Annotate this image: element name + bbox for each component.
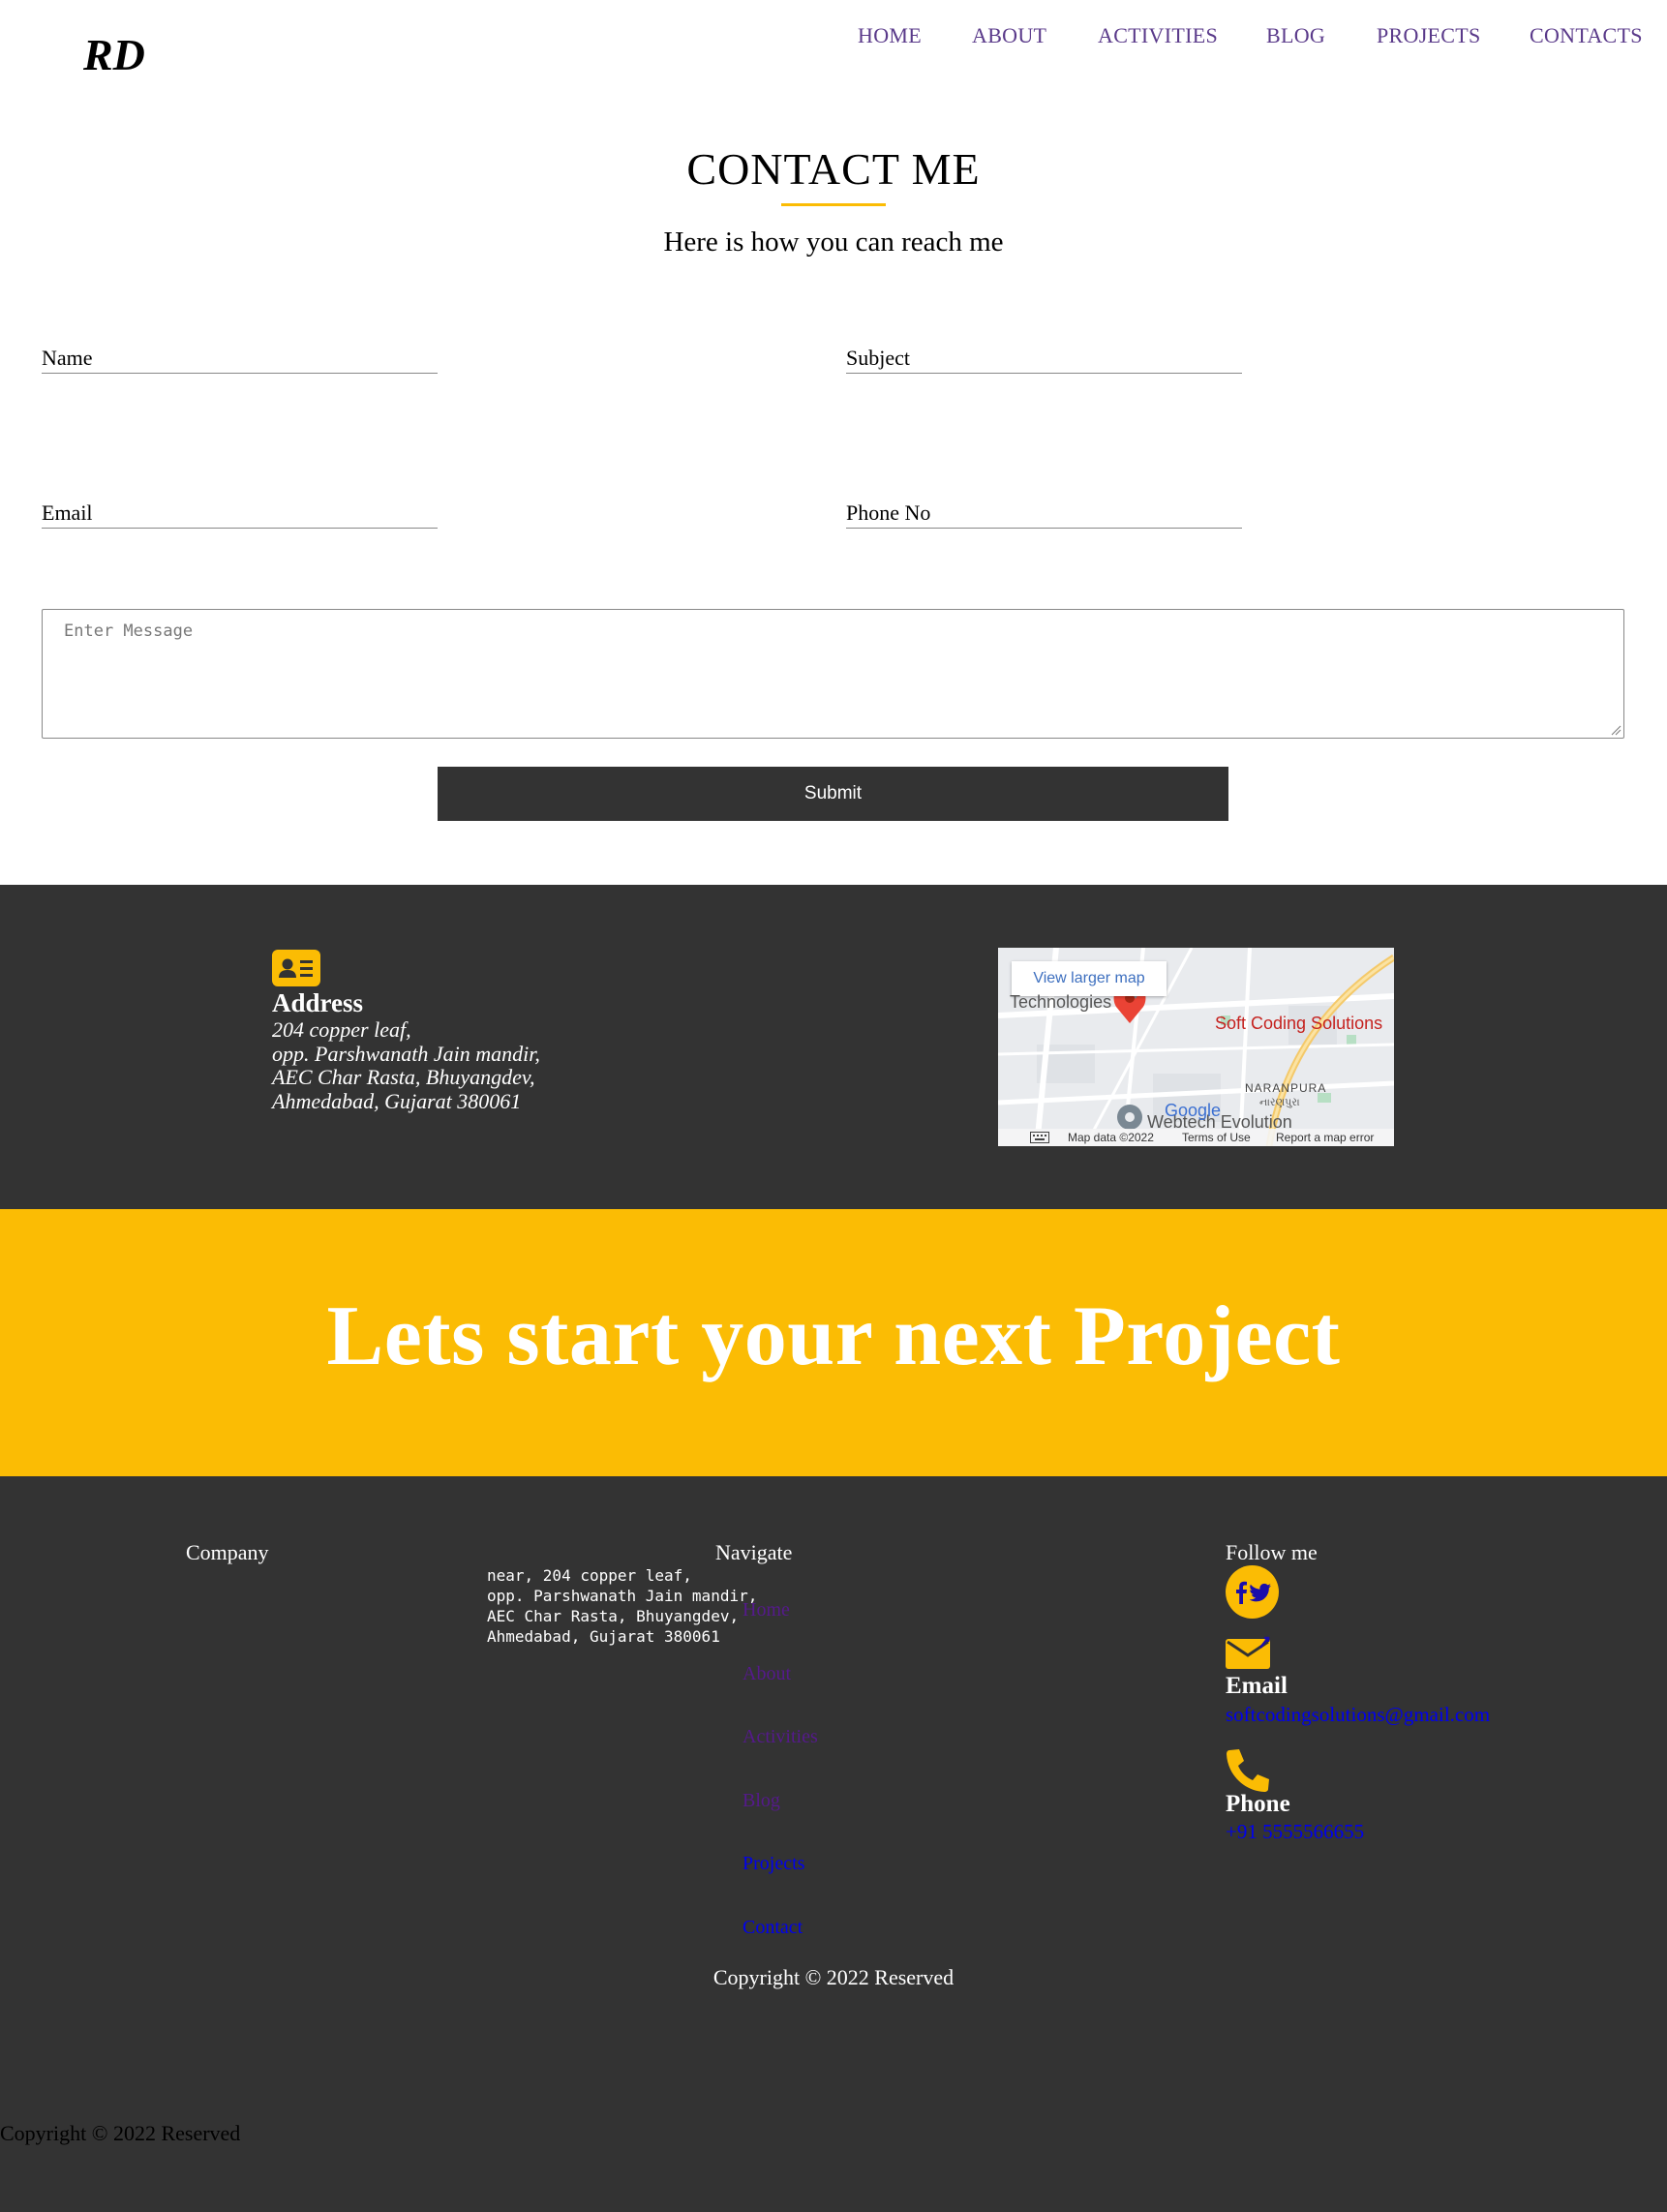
email-field-label: Email [42, 500, 93, 525]
phone-label: Phone [1226, 1791, 1290, 1817]
footer-link-contact[interactable]: Contact [743, 1917, 803, 1939]
name-field[interactable]: Name [42, 346, 438, 374]
footer-link-about[interactable]: About [743, 1663, 791, 1685]
phone-link[interactable]: +91 5555566655 [1226, 1820, 1364, 1844]
map-terms-link[interactable]: Terms of Use [1182, 1131, 1251, 1144]
nav-home[interactable]: HOME [858, 23, 922, 48]
twitter-icon[interactable] [1249, 1583, 1271, 1602]
map-label: Technologies [1010, 992, 1112, 1012]
footer-company-heading: Company [186, 1540, 269, 1564]
site-logo[interactable]: RD [83, 29, 145, 80]
phone-field-label: Phone No [846, 500, 931, 525]
address-line: AEC Char Rasta, Bhuyangdev, [272, 1065, 535, 1089]
map-data-text: Map data ©2022 [1068, 1131, 1154, 1144]
email-icon [1226, 1636, 1270, 1669]
page-subtitle: Here is how you can reach me [663, 227, 1004, 258]
view-larger-map-link[interactable]: View larger map [1012, 961, 1167, 996]
message-textarea[interactable]: Enter Message [42, 609, 1624, 739]
address-text: 204 copper leaf, opp. Parshwanath Jain m… [272, 1017, 540, 1113]
footer-company-address: near, 204 copper leaf, opp. Parshwanath … [487, 1566, 758, 1646]
message-placeholder: Enter Message [64, 621, 194, 641]
email-field[interactable]: Email [42, 500, 438, 529]
nav-activities[interactable]: ACTIVITIES [1098, 23, 1218, 48]
map-footer-bar: Map data ©2022 Terms of Use Report a map… [998, 1129, 1394, 1146]
nav-blog[interactable]: BLOG [1266, 23, 1325, 48]
keyboard-icon[interactable] [1030, 1132, 1049, 1143]
footer-link-projects[interactable]: Projects [743, 1853, 804, 1875]
footer-copyright: Copyright © 2022 Reserved [712, 1965, 955, 1989]
footer-follow-heading: Follow me [1226, 1540, 1318, 1564]
email-label: Email [1226, 1673, 1288, 1699]
page-copyright: Copyright © 2022 Reserved [0, 2121, 241, 2145]
phone-icon [1227, 1749, 1269, 1792]
address-line: opp. Parshwanath Jain mandir, [272, 1041, 540, 1066]
phone-field[interactable]: Phone No [846, 500, 1242, 529]
address-card-icon [272, 950, 320, 986]
cta-banner-text: Lets start your next Project [326, 1289, 1341, 1383]
name-field-label: Name [42, 346, 93, 370]
page-title: CONTACT ME [686, 144, 981, 194]
submit-button[interactable]: Submit [438, 767, 1228, 821]
address-line: Ahmedabad, Gujarat 380061 [272, 1088, 522, 1113]
map-place-label: Soft Coding Solutions [1215, 1014, 1383, 1033]
google-logo: Google [1165, 1101, 1222, 1120]
contact-section [0, 0, 1667, 885]
footer-link-blog[interactable]: Blog [743, 1790, 780, 1812]
email-link[interactable]: softcodingsolutions@gmail.com [1226, 1703, 1490, 1727]
address-title: Address [272, 988, 364, 1017]
map-label: NARANPURA [1245, 1081, 1327, 1095]
footer-link-home[interactable]: Home [743, 1599, 790, 1621]
subject-field-label: Subject [846, 346, 910, 370]
nav-projects[interactable]: PROJECTS [1377, 23, 1481, 48]
map-embed[interactable]: View larger map Technologies Soft Coding… [998, 948, 1394, 1146]
map-report-link[interactable]: Report a map error [1276, 1131, 1374, 1144]
social-icons [1226, 1565, 1279, 1619]
title-underline [781, 203, 886, 206]
footer-link-activities[interactable]: Activities [743, 1726, 818, 1748]
nav-contacts[interactable]: CONTACTS [1530, 23, 1643, 48]
address-line: 204 copper leaf, [272, 1017, 411, 1042]
subject-field[interactable]: Subject [846, 346, 1242, 374]
resize-handle-icon[interactable] [1610, 724, 1622, 736]
facebook-icon[interactable] [1234, 1581, 1248, 1604]
nav-about[interactable]: ABOUT [972, 23, 1046, 48]
footer-navigate-heading: Navigate [715, 1540, 793, 1564]
map-label: નારણપુરા [1259, 1097, 1300, 1108]
